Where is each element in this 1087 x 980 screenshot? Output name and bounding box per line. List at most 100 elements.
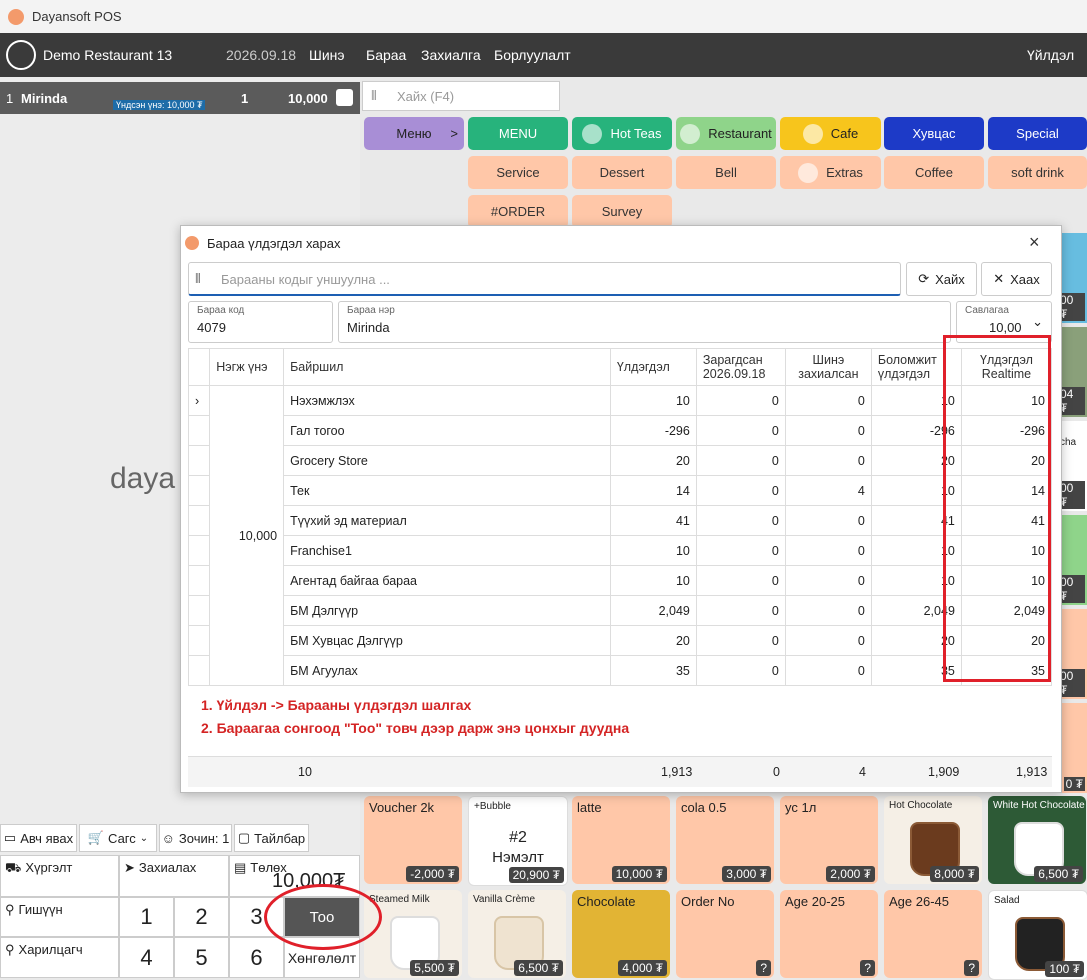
dialog-title: Бараа үлдэгдэл харах — [207, 236, 341, 251]
order-qty: 1 — [241, 91, 249, 106]
menu-sales[interactable]: Борлуулалт — [494, 47, 571, 63]
key-6[interactable]: 6 — [229, 937, 284, 978]
table-row[interactable]: Тек 14 0 4 10 14 — [187, 475, 1053, 506]
value-cell: 2,049 — [609, 595, 697, 626]
category-MENU[interactable]: MENU — [468, 117, 568, 150]
product-tile-steamed-milk[interactable]: Steamed Milk 5,500 ₮ — [364, 890, 462, 978]
search-input[interactable]: ⦀ Хайх (F4) — [362, 81, 560, 111]
product-tile-water[interactable]: ус 1л 2,000 ₮ — [780, 796, 878, 884]
tile-name: Order No — [681, 894, 735, 909]
row-indicator — [187, 505, 211, 536]
key-5[interactable]: 5 — [174, 937, 229, 978]
value-cell: 0 — [695, 655, 786, 686]
value-cell: 0 — [695, 415, 786, 446]
product-tile-cola[interactable]: cola 0.5 3,000 ₮ — [676, 796, 774, 884]
product-tile-voucher[interactable]: Voucher 2k -2,000 ₮ — [364, 796, 462, 884]
product-tile-partial[interactable]: 00 ₮ — [1058, 233, 1087, 323]
category-dessert[interactable]: Dessert — [572, 156, 672, 189]
menu-orders[interactable]: Захиалга — [421, 47, 481, 63]
table-row[interactable]: Агентад байгаа бараа 10 0 0 10 10 — [187, 565, 1053, 596]
key-1[interactable]: 1 — [119, 897, 174, 937]
table-row[interactable]: Гал тогоо -296 0 0 -296 -296 — [187, 415, 1053, 446]
chevron-down-icon: ⌄ — [1032, 314, 1043, 329]
category-coffee[interactable]: Coffee — [884, 156, 984, 189]
col-location[interactable]: Байршил — [283, 348, 611, 386]
category-special[interactable]: Special — [988, 117, 1087, 150]
category-soft-drink[interactable]: soft drink — [988, 156, 1087, 189]
col-sold[interactable]: Зарагдсан 2026.09.18 — [695, 348, 786, 386]
product-tile-order-no[interactable]: Order No? — [676, 890, 774, 978]
customer-button[interactable]: ⚲ Харилцагч — [0, 937, 119, 978]
tile-price: 100 ₮ — [1045, 961, 1084, 977]
member-button[interactable]: ⚲ Гишүүн — [0, 897, 119, 937]
close-button[interactable]: ✕ Хаах — [981, 262, 1052, 296]
field-value: 10,00 — [989, 320, 1022, 335]
value-cell: 14 — [609, 475, 697, 506]
value-cell: 0 — [784, 535, 872, 566]
tile-price: 3,000 ₮ — [722, 866, 771, 882]
table-row[interactable]: БМ Агуулах 35 0 0 35 35 — [187, 655, 1053, 686]
col-stock[interactable]: Үлдэгдэл — [609, 348, 697, 386]
row-indicator — [187, 565, 211, 596]
product-tile-age-20-25[interactable]: Age 20-25? — [780, 890, 878, 978]
menu-actions[interactable]: Үйлдэл — [1027, 47, 1074, 63]
cart-icon: 🛒 — [87, 830, 105, 845]
col-new-order[interactable]: Шинэ захиалсан — [784, 348, 872, 386]
value-cell: 0 — [695, 535, 786, 566]
product-tile-age-26-45[interactable]: Age 26-45? — [884, 890, 982, 978]
product-tile-vanilla-creme[interactable]: Vanilla Crème 6,500 ₮ — [468, 890, 566, 978]
button-label: Хүргэлт — [25, 860, 73, 875]
product-tile-partial[interactable]: 0 ₮ — [1058, 703, 1087, 793]
col-unit-price[interactable]: Нэгж үнэ — [209, 348, 285, 386]
guest-button[interactable]: ☺ Зочин: 1 — [159, 824, 232, 852]
value-cell: 35 — [609, 655, 697, 686]
table-row[interactable]: Түүхий эд материал 41 0 0 41 41 — [187, 505, 1053, 536]
product-tile-bubble[interactable]: +Bubble #2 Нэмэлт 20,900 ₮ — [468, 796, 568, 886]
product-tile-chocolate[interactable]: Chocolate 4,000 ₮ — [572, 890, 670, 978]
product-tile-white-hot-chocolate[interactable]: White Hot Chocolate 6,500 ₮ — [988, 796, 1086, 884]
product-tile-partial[interactable]: 04 ₮ — [1058, 327, 1087, 417]
highlight-oval — [264, 884, 382, 950]
note-button[interactable]: ▢ Тайлбар — [234, 824, 309, 852]
delivery-button[interactable]: ⛟ Хүргэлт — [0, 855, 119, 897]
tile-price: 04 ₮ — [1058, 387, 1085, 415]
table-row[interactable]: Grocery Store 20 0 0 20 20 — [187, 445, 1053, 476]
row-indicator — [187, 655, 211, 686]
take-away-button[interactable]: ▭ Авч явах — [0, 824, 77, 852]
category-bell[interactable]: Bell — [676, 156, 776, 189]
order-line-checkbox[interactable] — [336, 89, 353, 106]
category-cafe[interactable]: Cafe — [780, 117, 881, 150]
product-tile-hot-chocolate[interactable]: Hot Chocolate 8,000 ₮ — [884, 796, 982, 884]
product-tile-partial[interactable]: 00 ₮ — [1058, 515, 1087, 605]
category-hot-teas[interactable]: Hot Teas — [572, 117, 672, 150]
key-4[interactable]: 4 — [119, 937, 174, 978]
category-extras[interactable]: Extras — [780, 156, 881, 189]
product-tile-partial[interactable]: 00 ₮ — [1058, 609, 1087, 699]
product-tile-partial[interactable]: cha 00 ₮ — [1058, 421, 1087, 511]
table-row[interactable]: БМ Дэлгүүр 2,049 0 0 2,049 2,049 — [187, 595, 1053, 626]
tile-name: latte — [577, 800, 602, 815]
menu-new[interactable]: Шинэ — [309, 47, 345, 63]
category-survey[interactable]: Survey — [572, 195, 672, 228]
tile-name: Age 26-45 — [889, 894, 949, 909]
category-order[interactable]: #ORDER — [468, 195, 568, 228]
category-clothing[interactable]: Хувцас — [884, 117, 984, 150]
category-restaurant[interactable]: Restaurant — [676, 117, 776, 150]
table-row[interactable]: › 10,000 Нэхэмжлэх 10 0 0 10 10 — [187, 385, 1053, 686]
search-button[interactable]: ⟳ Хайх — [906, 262, 977, 296]
window-titlebar — [0, 0, 1087, 34]
table-row[interactable]: Franchise1 10 0 0 10 10 — [187, 535, 1053, 566]
basket-button[interactable]: 🛒 Сагс ⌄ — [79, 824, 157, 852]
key-2[interactable]: 2 — [174, 897, 229, 937]
barcode-input[interactable]: ⦀ Барааны кодыг уншуулна ... — [188, 262, 901, 296]
menu-products[interactable]: Бараа — [366, 47, 406, 63]
tile-name: cola 0.5 — [681, 800, 727, 815]
send-order-button[interactable]: ➤ Захиалах — [119, 855, 229, 897]
category-service[interactable]: Service — [468, 156, 568, 189]
category-menu[interactable]: Меню > — [364, 117, 464, 150]
product-tile-salad[interactable]: Salad 100 ₮ — [988, 890, 1087, 980]
close-icon[interactable]: × — [1029, 232, 1040, 253]
order-line[interactable]: 1 Mirinda Үндсэн үнэ: 10,000 ₮ 1 10,000 — [0, 82, 360, 114]
product-tile-latte[interactable]: latte 10,000 ₮ — [572, 796, 670, 884]
table-row[interactable]: БМ Хувцас Дэлгүүр 20 0 0 20 20 — [187, 625, 1053, 656]
